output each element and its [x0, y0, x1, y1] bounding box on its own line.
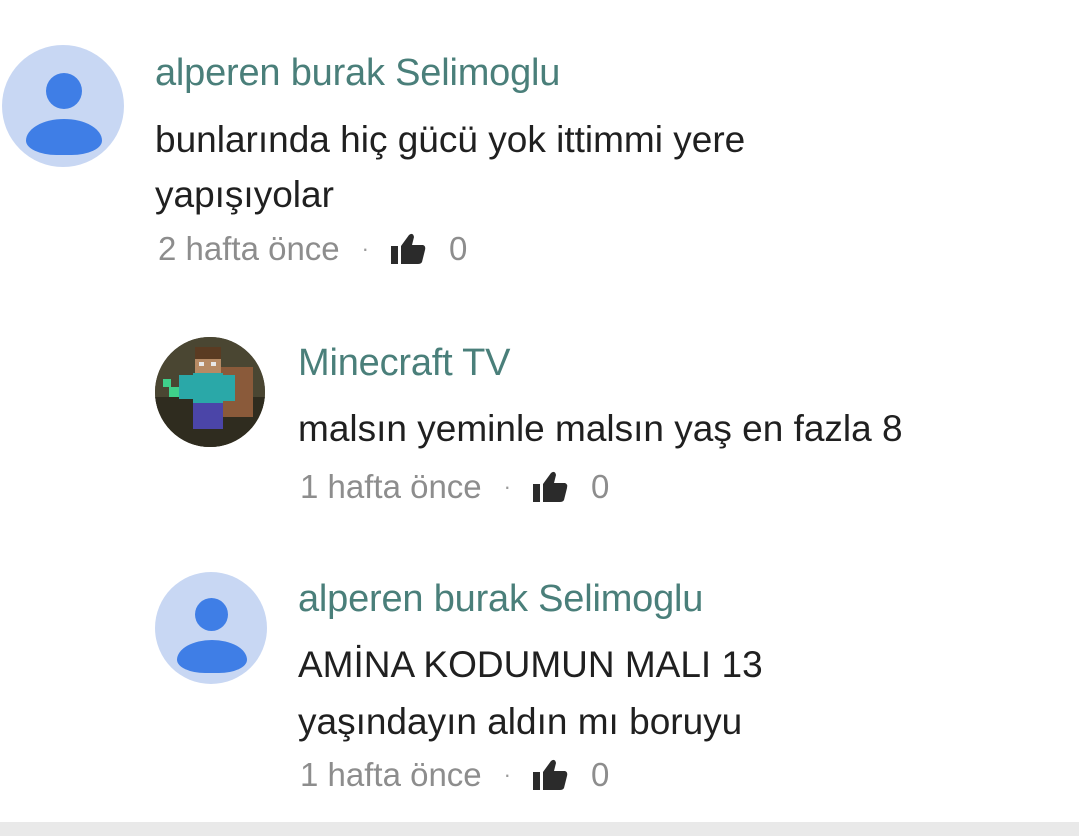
avatar-default-user-icon[interactable] [155, 572, 267, 684]
comment-timestamp: 1 hafta önce [300, 756, 482, 793]
bottom-divider [0, 822, 1079, 836]
meta-separator: · [361, 236, 369, 261]
minecraft-character-avatar[interactable] [155, 337, 265, 447]
avatar-body-shape [26, 119, 102, 155]
comment-text-line-1: bunlarında hiç gücü yok ittimmi yere [155, 119, 746, 160]
comment-text-line-2: yapışıyolar [155, 174, 334, 215]
comment-author[interactable]: alperen burak Selimoglu [155, 52, 560, 95]
thumbs-up-icon[interactable] [389, 232, 427, 266]
thumbs-up-icon[interactable] [531, 470, 569, 504]
avatar-default-user-icon[interactable] [2, 45, 124, 167]
comment-meta: 1 hafta önce · 0 [300, 468, 609, 506]
comment-text-line-1: AMİNA KODUMUN MALI 13 [298, 644, 763, 685]
meta-separator: · [503, 762, 511, 787]
comment-text-line-1: malsın yeminle malsın yaş en fazla 8 [298, 408, 903, 449]
comment-author[interactable]: alperen burak Selimoglu [298, 578, 703, 621]
meta-separator: · [503, 474, 511, 499]
comment-timestamp: 2 hafta önce [158, 230, 340, 267]
avatar-head-shape [46, 73, 82, 109]
like-count: 0 [448, 230, 468, 267]
avatar-body-shape [177, 640, 247, 673]
comment-timestamp: 1 hafta önce [300, 468, 482, 505]
avatar-head-shape [195, 598, 228, 631]
comment-meta: 1 hafta önce · 0 [300, 756, 609, 794]
comment-text-line-2: yaşındayın aldın mı boruyu [298, 701, 743, 742]
like-count: 0 [590, 468, 610, 505]
comment-meta: 2 hafta önce · 0 [158, 230, 467, 268]
comment-author[interactable]: Minecraft TV [298, 342, 510, 385]
thumbs-up-icon[interactable] [531, 758, 569, 792]
like-count: 0 [590, 756, 610, 793]
